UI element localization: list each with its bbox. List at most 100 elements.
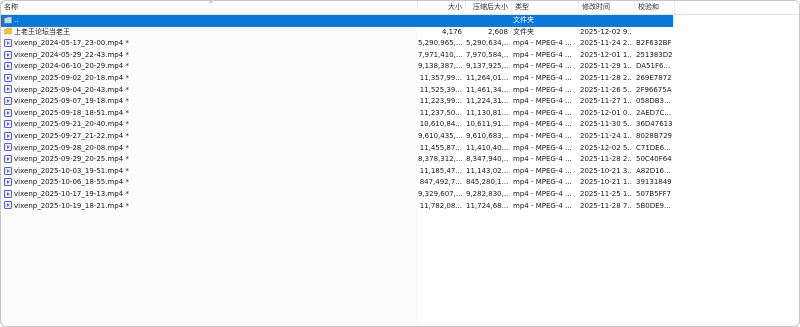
file-crc: 2AED7C... bbox=[636, 108, 672, 117]
file-row[interactable]: vixenp_2024-05-29_22-43.mp4 * 7,971,410,.… bbox=[1, 50, 673, 62]
file-name-cell: 上老王论坛当老王 bbox=[4, 27, 414, 39]
file-modified-time: 2025-12-01 0... bbox=[580, 108, 632, 117]
file-modified-time: 2025-11-28 7... bbox=[580, 201, 632, 210]
file-modified-time: 2025-11-28 2... bbox=[580, 73, 632, 82]
file-name: vixenp_2025-09-18_18-51.mp4 * bbox=[14, 108, 129, 117]
file-name: vixenp_2025-09-04_20-43.mp4 * bbox=[14, 85, 129, 94]
file-row[interactable]: vixenp_2025-09-07_19-18.mp4 * 11,223,99..… bbox=[1, 96, 673, 108]
file-row[interactable]: vixenp_2025-09-29_20-25.mp4 * 8,378,312,.… bbox=[1, 154, 673, 166]
file-name: .. bbox=[14, 16, 19, 24]
file-modified-time: 2025-12-02 9... bbox=[580, 27, 632, 36]
video-file-icon bbox=[4, 38, 12, 47]
column-header-packed-label: 压缩后大小 bbox=[473, 3, 508, 11]
file-packed-size: 845,280,1... bbox=[466, 178, 508, 187]
file-packed-size: 11,143,02... bbox=[466, 166, 508, 175]
file-row[interactable]: vixenp_2025-09-04_20-43.mp4 * 11,525,39..… bbox=[1, 85, 673, 97]
column-header-modified[interactable]: 修改时间 bbox=[579, 1, 635, 14]
file-row[interactable]: vixenp_2025-10-19_18-21.mp4 * 11,782,08..… bbox=[1, 201, 673, 213]
file-row[interactable]: vixenp_2025-10-17_19-13.mp4 * 9,329,607,.… bbox=[1, 189, 673, 201]
file-packed-size: 11,410,40... bbox=[466, 143, 508, 152]
file-size: 9,329,607,... bbox=[418, 189, 462, 198]
file-packed-size: 7,970,584,... bbox=[466, 50, 508, 59]
file-packed-size: 11,224,31... bbox=[466, 97, 508, 106]
column-header-size-label: 大小 bbox=[448, 3, 462, 11]
file-name: vixenp_2025-09-07_19-18.mp4 * bbox=[14, 97, 129, 106]
file-packed-size: 9,610,683,... bbox=[466, 131, 508, 140]
folder-icon bbox=[4, 27, 12, 35]
file-type: mp4 - MPEG-4 ... bbox=[513, 155, 572, 164]
video-file-icon bbox=[4, 131, 12, 140]
file-row[interactable]: vixenp_2025-09-27_21-22.mp4 * 9,610,435,.… bbox=[1, 131, 673, 143]
file-crc: B2F632BF bbox=[636, 39, 672, 48]
file-row[interactable]: vixenp_2024-05-17_23-00.mp4 * 5,290,965,.… bbox=[1, 38, 673, 50]
file-modified-time: 2025-11-30 5... bbox=[580, 120, 632, 129]
file-name-cell: vixenp_2025-09-21_20-40.mp4 * bbox=[4, 119, 414, 131]
file-packed-size: 11,461,34... bbox=[466, 85, 508, 94]
file-name-cell: vixenp_2025-09-28_20-08.mp4 * bbox=[4, 143, 414, 155]
file-size: 11,357,99... bbox=[419, 73, 462, 82]
file-name-cell: vixenp_2025-10-17_19-13.mp4 * bbox=[4, 189, 414, 201]
file-row[interactable]: vixenp_2025-10-06_18-55.mp4 * 847,492,7..… bbox=[1, 177, 673, 189]
file-type: mp4 - MPEG-4 ... bbox=[513, 143, 572, 152]
file-name-cell: vixenp_2025-10-06_18-55.mp4 * bbox=[4, 177, 414, 189]
column-header-packed[interactable]: 压缩后大小 bbox=[466, 1, 512, 14]
file-list: .. 文件夹 上老王论坛当老王 4,176 2,608 文件夹 2025-12-02 9..… bbox=[1, 15, 799, 212]
file-size bbox=[418, 15, 462, 27]
file-name-cell: vixenp_2024-05-17_23-00.mp4 * bbox=[4, 38, 414, 50]
file-crc: DA51F6... bbox=[636, 62, 671, 71]
file-crc: 39131849 bbox=[636, 178, 672, 187]
file-size: 7,971,410,... bbox=[418, 50, 462, 59]
file-type: 文件夹 bbox=[513, 27, 534, 36]
parent-folder-row[interactable]: .. 文件夹 bbox=[1, 15, 673, 27]
video-file-icon bbox=[4, 120, 12, 129]
column-header-name-label: 名称 bbox=[4, 3, 18, 11]
column-header-type-label: 类型 bbox=[515, 3, 529, 11]
file-crc: 251383D2 bbox=[636, 50, 672, 59]
folder-row[interactable]: 上老王论坛当老王 4,176 2,608 文件夹 2025-12-02 9... bbox=[1, 27, 673, 39]
file-type: mp4 - MPEG-4 ... bbox=[513, 178, 572, 187]
file-packed-size: 2,608 bbox=[487, 27, 508, 36]
file-type: mp4 - MPEG-4 ... bbox=[513, 62, 572, 71]
file-type: mp4 - MPEG-4 ... bbox=[513, 166, 572, 175]
column-header-name[interactable]: 名称 ^ bbox=[1, 1, 418, 14]
file-row[interactable]: vixenp_2025-09-21_20-40.mp4 * 10,610,84..… bbox=[1, 119, 673, 131]
file-type: mp4 - MPEG-4 ... bbox=[513, 85, 572, 94]
file-modified-time: 2025-12-01 1... bbox=[580, 50, 632, 59]
file-name-cell: vixenp_2025-10-19_18-21.mp4 * bbox=[4, 201, 414, 213]
column-header-type[interactable]: 类型 bbox=[512, 1, 579, 14]
file-name-cell: vixenp_2024-06-10_20-29.mp4 * bbox=[4, 61, 414, 73]
file-size: 5,290,965,... bbox=[418, 39, 462, 48]
file-size: 11,223,99... bbox=[419, 97, 462, 106]
file-row[interactable]: vixenp_2025-09-28_20-08.mp4 * 11,455,87..… bbox=[1, 143, 673, 155]
video-file-icon bbox=[4, 73, 12, 82]
video-file-icon bbox=[4, 50, 12, 59]
file-modified-time: 2025-11-27 1... bbox=[580, 97, 632, 106]
file-name-cell: vixenp_2025-09-07_19-18.mp4 * bbox=[4, 96, 414, 108]
file-crc: 507B5FF7 bbox=[636, 189, 672, 198]
file-type: mp4 - MPEG-4 ... bbox=[513, 108, 572, 117]
video-file-icon bbox=[4, 108, 12, 117]
column-header-size[interactable]: 大小 bbox=[418, 1, 466, 14]
file-modified-time: 2025-12-02 5... bbox=[580, 143, 632, 152]
file-modified-time: 2025-11-25 1... bbox=[580, 189, 632, 198]
video-file-icon bbox=[4, 143, 12, 152]
file-row[interactable]: vixenp_2025-09-18_18-51.mp4 * 11,237,50..… bbox=[1, 108, 673, 120]
file-packed-size: 10,611,91... bbox=[466, 120, 508, 129]
video-file-icon bbox=[4, 201, 12, 210]
file-row[interactable]: vixenp_2025-09-02_20-18.mp4 * 11,357,99..… bbox=[1, 73, 673, 85]
file-name-cell: vixenp_2024-05-29_22-43.mp4 * bbox=[4, 50, 414, 62]
column-header-crc[interactable]: 校验和 bbox=[635, 1, 675, 14]
file-name: vixenp_2025-10-03_19-51.mp4 * bbox=[14, 166, 129, 175]
video-file-icon bbox=[4, 62, 12, 71]
file-row[interactable]: vixenp_2024-06-10_20-29.mp4 * 9,138,387,.… bbox=[1, 61, 673, 73]
file-size: 11,455,87... bbox=[419, 143, 462, 152]
file-crc: 2F96675A bbox=[636, 85, 672, 94]
file-crc: 50C40F64 bbox=[636, 155, 672, 164]
sort-caret-up-icon: ^ bbox=[208, 1, 214, 8]
file-packed-size: 11,724,68... bbox=[466, 201, 508, 210]
file-row[interactable]: vixenp_2025-10-03_19-51.mp4 * 11,185,47..… bbox=[1, 166, 673, 178]
file-type: mp4 - MPEG-4 ... bbox=[513, 73, 572, 82]
file-packed-size: 9,137,925,... bbox=[466, 62, 508, 71]
file-name-cell: vixenp_2025-09-18_18-51.mp4 * bbox=[4, 108, 414, 120]
video-file-icon bbox=[4, 178, 12, 187]
